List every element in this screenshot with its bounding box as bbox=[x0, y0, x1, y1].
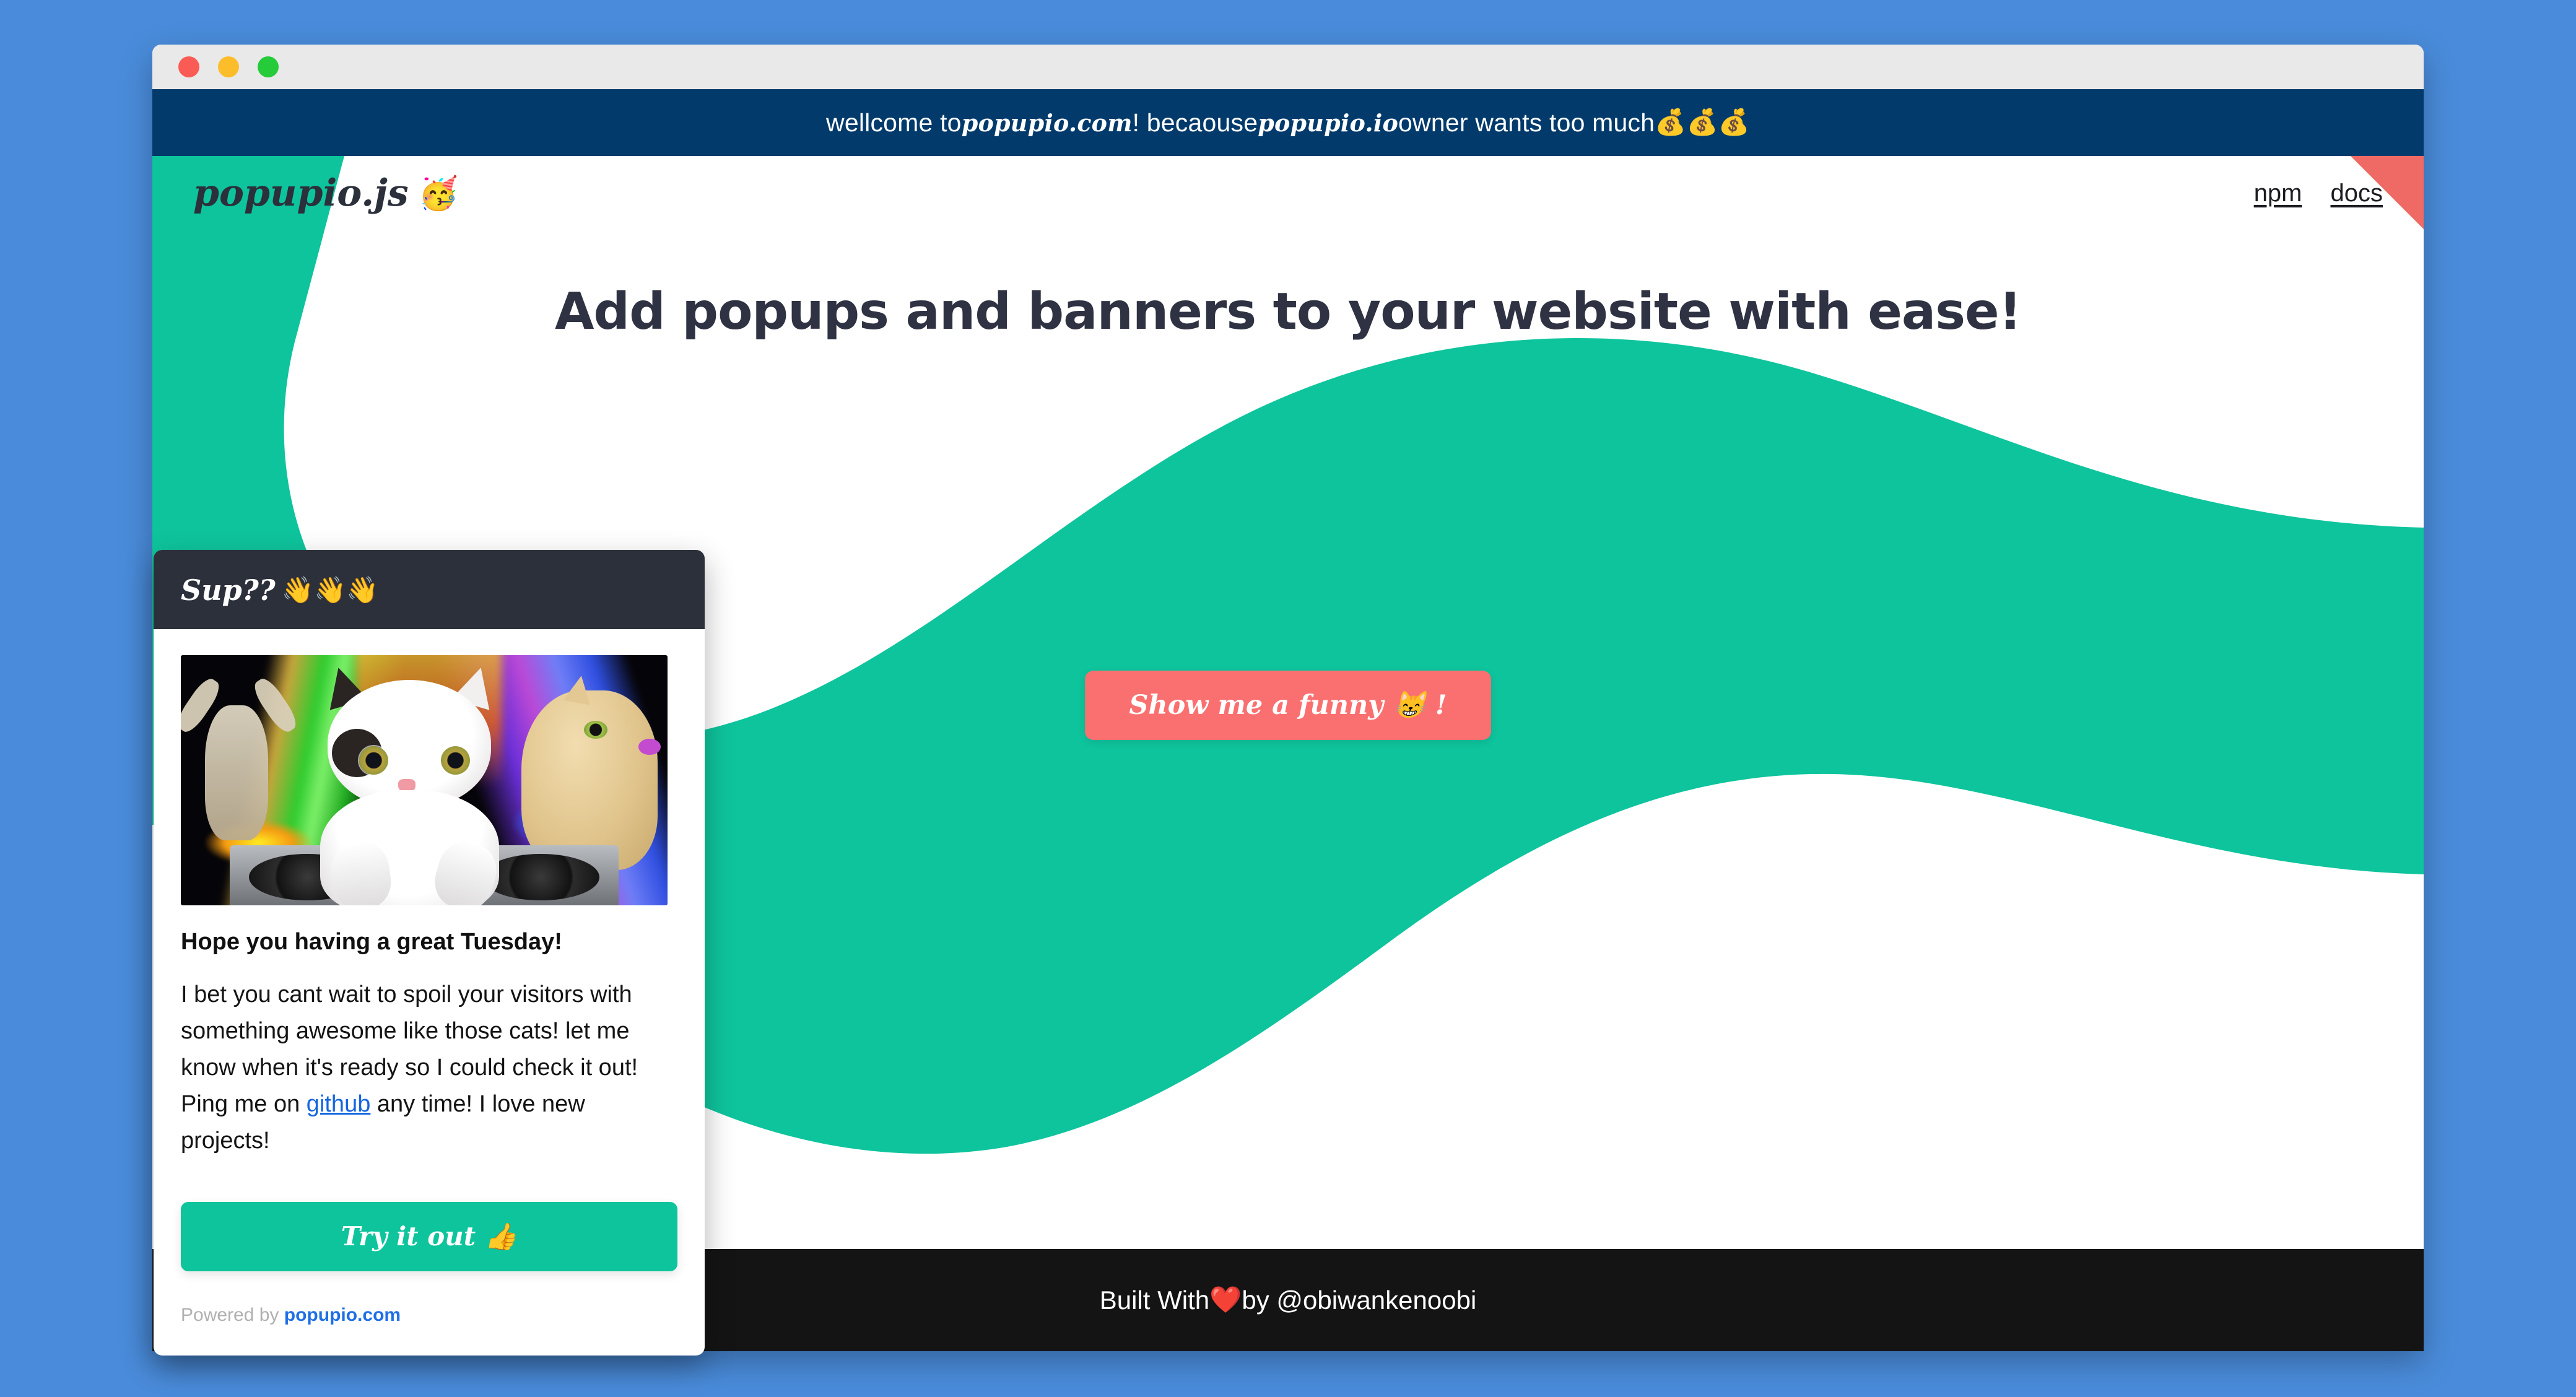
footer-text-after: by @obiwankenoobi bbox=[1242, 1285, 1477, 1315]
popup-widget: Sup?? 👋👋👋 Hope you having a great Tuesda… bbox=[154, 550, 705, 1356]
promo-text-before: wellcome to bbox=[826, 108, 962, 137]
dj-cat-image bbox=[181, 655, 668, 905]
popup-body: Hope you having a great Tuesday! I bet y… bbox=[154, 629, 705, 1272]
site-logo[interactable]: popupio.js 🥳 bbox=[193, 172, 458, 215]
popup-paragraph: I bet you cant wait to spoil your visito… bbox=[181, 977, 677, 1159]
popup-title: Sup?? 👋👋👋 bbox=[181, 573, 677, 607]
popup-header: Sup?? 👋👋👋 bbox=[154, 550, 705, 629]
promo-text-after: owner wants too much bbox=[1398, 108, 1655, 137]
browser-chrome-bar bbox=[152, 45, 2424, 89]
money-bag-icon: 💰💰💰 bbox=[1655, 108, 1750, 136]
page-title: Add popups and banners to your website w… bbox=[554, 282, 2022, 341]
primary-nav: npm docs bbox=[2254, 180, 2383, 207]
promo-banner: wellcome to popupio.com! becaouse popupi… bbox=[152, 89, 2424, 156]
footer-text-before: Built With bbox=[1099, 1285, 1210, 1315]
minimize-dot[interactable] bbox=[218, 56, 239, 77]
nav-link-npm[interactable]: npm bbox=[2254, 180, 2302, 207]
popupio-com-link[interactable]: popupio.com bbox=[284, 1305, 401, 1325]
show-me-a-funny-button[interactable]: Show me a funny 😸 ! bbox=[1085, 671, 1491, 740]
site-header: popupio.js 🥳 npm docs bbox=[152, 156, 2424, 230]
popup-heading: Hope you having a great Tuesday! bbox=[181, 929, 562, 955]
promo-brand-popupio-io: popupio.io bbox=[1258, 108, 1399, 137]
powered-by-label: Powered by bbox=[181, 1305, 284, 1326]
promo-brand-popupio-com: popupio.com bbox=[961, 108, 1133, 137]
popup-footer: Powered by popupio.com bbox=[154, 1271, 705, 1356]
promo-text-middle: ! becaouse bbox=[1132, 108, 1258, 137]
github-link[interactable]: github bbox=[307, 1091, 371, 1117]
party-face-icon: 🥳 bbox=[418, 174, 459, 212]
close-dot[interactable] bbox=[178, 56, 199, 77]
popup-title-text: Sup?? bbox=[181, 573, 276, 607]
maximize-dot[interactable] bbox=[258, 56, 279, 77]
nav-link-docs[interactable]: docs bbox=[2331, 180, 2383, 207]
waving-hand-icon: 👋👋👋 bbox=[281, 575, 379, 605]
try-it-out-button[interactable]: Try it out 👍 bbox=[181, 1202, 677, 1272]
site-logo-text: popupio.js bbox=[193, 172, 409, 215]
heart-icon: ❤️ bbox=[1209, 1285, 1242, 1314]
